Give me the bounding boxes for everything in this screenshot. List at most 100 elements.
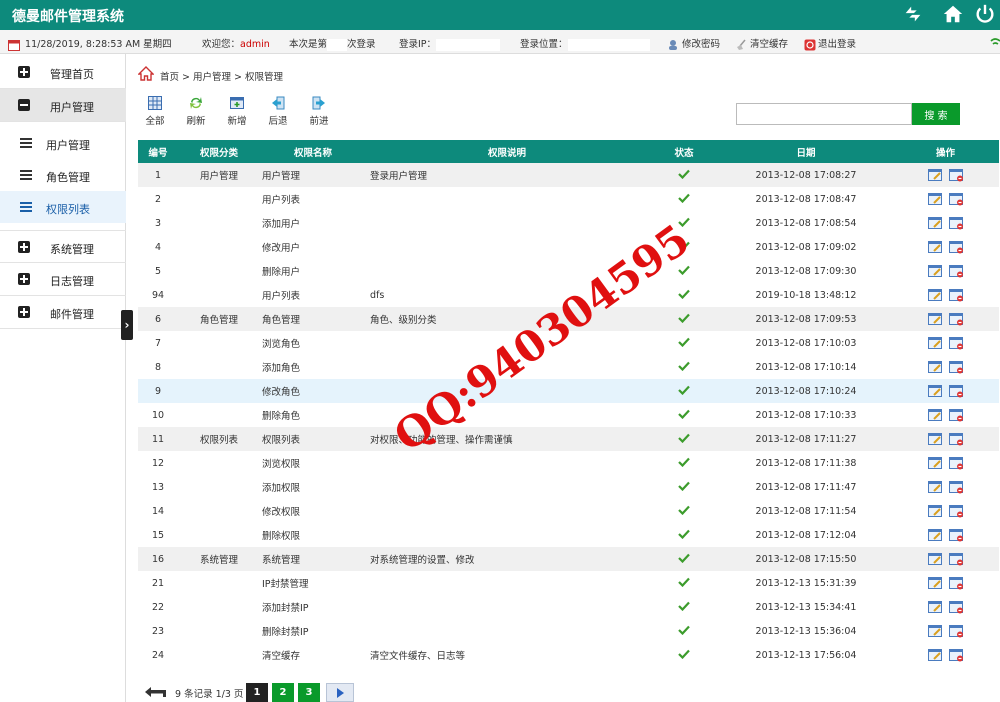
sidebar-item-system[interactable]: 系统管理 [0,230,126,263]
table-row[interactable]: 24 清空缓存 清空文件缓存、日志等 2013-12-13 17:56:04 [138,643,999,667]
col-name-header: 权限名称 [260,140,366,163]
table-row[interactable]: 15 删除权限 2013-12-08 17:12:04 [138,523,999,547]
back-button[interactable]: 后退 [261,96,295,128]
table-row[interactable]: 1 用户管理 用户管理 登录用户管理 2013-12-08 17:08:27 [138,163,999,187]
return-icon[interactable] [144,686,168,698]
sidebar-subitem-permissions[interactable]: 权限列表 [0,191,126,223]
delete-icon[interactable] [948,336,964,350]
edit-icon[interactable] [927,408,943,422]
sidebar-item-mail[interactable]: 邮件管理 [0,296,126,329]
sidebar-subitem-users[interactable]: 用户管理 [0,127,126,159]
table-row[interactable]: 11 权限列表 权限列表 对权限、功能的管理、操作需谨慎 2013-12-08 17:1… [138,427,999,451]
sync-icon[interactable] [902,3,926,27]
check-icon [678,361,690,371]
delete-icon[interactable] [948,360,964,374]
home-icon[interactable] [942,3,966,27]
delete-icon[interactable] [948,528,964,542]
home-icon[interactable] [138,66,154,82]
edit-icon[interactable] [927,288,943,302]
logout-link[interactable]: 退出登录 [804,36,856,51]
delete-icon[interactable] [948,216,964,230]
power-icon[interactable] [974,3,998,27]
delete-icon[interactable] [948,600,964,614]
clear-cache-link[interactable]: 清空缓存 [736,36,788,51]
cell-actions [892,259,999,283]
table-row[interactable]: 4 修改用户 2013-12-08 17:09:02 [138,235,999,259]
cell-name: 修改权限 [262,507,301,518]
edit-icon[interactable] [927,624,943,638]
edit-icon[interactable] [927,576,943,590]
delete-icon[interactable] [948,192,964,206]
sidebar-item-logs[interactable]: 日志管理 [0,263,126,296]
table-row[interactable]: 12 浏览权限 2013-12-08 17:11:38 [138,451,999,475]
table-row[interactable]: 22 添加封禁IP 2013-12-13 15:34:41 [138,595,999,619]
delete-icon[interactable] [948,456,964,470]
sidebar-toggle-button[interactable]: › [121,310,133,340]
page-button-1[interactable]: 1 [246,683,268,702]
delete-icon[interactable] [948,504,964,518]
delete-icon[interactable] [948,432,964,446]
forward-button[interactable]: 前进 [302,96,336,128]
delete-icon[interactable] [948,168,964,182]
edit-icon[interactable] [927,336,943,350]
edit-icon[interactable] [927,600,943,614]
pagination: 9 条记录 1/3 页 1 2 3 [138,682,1000,702]
add-button[interactable]: 新增 [220,96,254,128]
edit-icon[interactable] [927,552,943,566]
table-row[interactable]: 8 添加角色 2013-12-08 17:10:14 [138,355,999,379]
edit-icon[interactable] [927,264,943,278]
delete-icon[interactable] [948,264,964,278]
search-button[interactable]: 搜 索 [912,103,960,125]
page-button-3[interactable]: 3 [298,683,320,702]
page-button-2[interactable]: 2 [272,683,294,702]
sidebar-item-home[interactable]: 管理首页 [0,56,126,89]
delete-icon[interactable] [948,408,964,422]
edit-icon[interactable] [927,192,943,206]
table-row[interactable]: 13 添加权限 2013-12-08 17:11:47 [138,475,999,499]
delete-icon[interactable] [948,624,964,638]
sidebar-item-user-management[interactable]: 用户管理 [0,89,126,122]
change-password-link[interactable]: 修改密码 [668,36,720,51]
edit-icon[interactable] [927,480,943,494]
cell-id: 21 [151,577,165,589]
table-row[interactable]: 7 浏览角色 2013-12-08 17:10:03 [138,331,999,355]
edit-icon[interactable] [927,504,943,518]
edit-icon[interactable] [927,648,943,662]
refresh-button[interactable]: 刷新 [179,96,213,128]
delete-icon[interactable] [948,384,964,398]
table-row[interactable]: 23 删除封禁IP 2013-12-13 15:36:04 [138,619,999,643]
table-row[interactable]: 6 角色管理 角色管理 角色、级别分类 2013-12-08 17:09:53 [138,307,999,331]
delete-icon[interactable] [948,288,964,302]
edit-icon[interactable] [927,432,943,446]
expand-icon [18,66,30,78]
edit-icon[interactable] [927,528,943,542]
all-button[interactable]: 全部 [138,96,172,128]
table-row[interactable]: 5 删除用户 2013-12-08 17:09:30 [138,259,999,283]
edit-icon[interactable] [927,384,943,398]
edit-icon[interactable] [927,216,943,230]
edit-icon[interactable] [927,168,943,182]
delete-icon[interactable] [948,240,964,254]
table-row[interactable]: 21 IP封禁管理 2013-12-13 15:31:39 [138,571,999,595]
table-row[interactable]: 10 删除角色 2013-12-08 17:10:33 [138,403,999,427]
edit-icon[interactable] [927,312,943,326]
delete-icon[interactable] [948,312,964,326]
delete-icon[interactable] [948,576,964,590]
table-row[interactable]: 16 系统管理 系统管理 对系统管理的设置、修改 2013-12-08 17:15:50 [138,547,999,571]
table-row[interactable]: 2 用户列表 2013-12-08 17:08:47 [138,187,999,211]
expand-icon [18,241,30,253]
table-row[interactable]: 9 修改角色 2013-12-08 17:10:24 [138,379,999,403]
next-page-button[interactable] [326,683,354,702]
edit-icon[interactable] [927,360,943,374]
table-row[interactable]: 14 修改权限 2013-12-08 17:11:54 [138,499,999,523]
sidebar-subitem-roles[interactable]: 角色管理 [0,159,126,191]
delete-icon[interactable] [948,480,964,494]
table-row[interactable]: 3 添加用户 2013-12-08 17:08:54 [138,211,999,235]
table-row[interactable]: 94 用户列表 dfs 2019-10-18 13:48:12 [138,283,999,307]
search-input[interactable] [736,103,912,125]
edit-icon[interactable] [927,456,943,470]
delete-icon[interactable] [948,552,964,566]
cell-description: 对系统管理的设置、修改 [366,547,648,571]
delete-icon[interactable] [948,648,964,662]
edit-icon[interactable] [927,240,943,254]
